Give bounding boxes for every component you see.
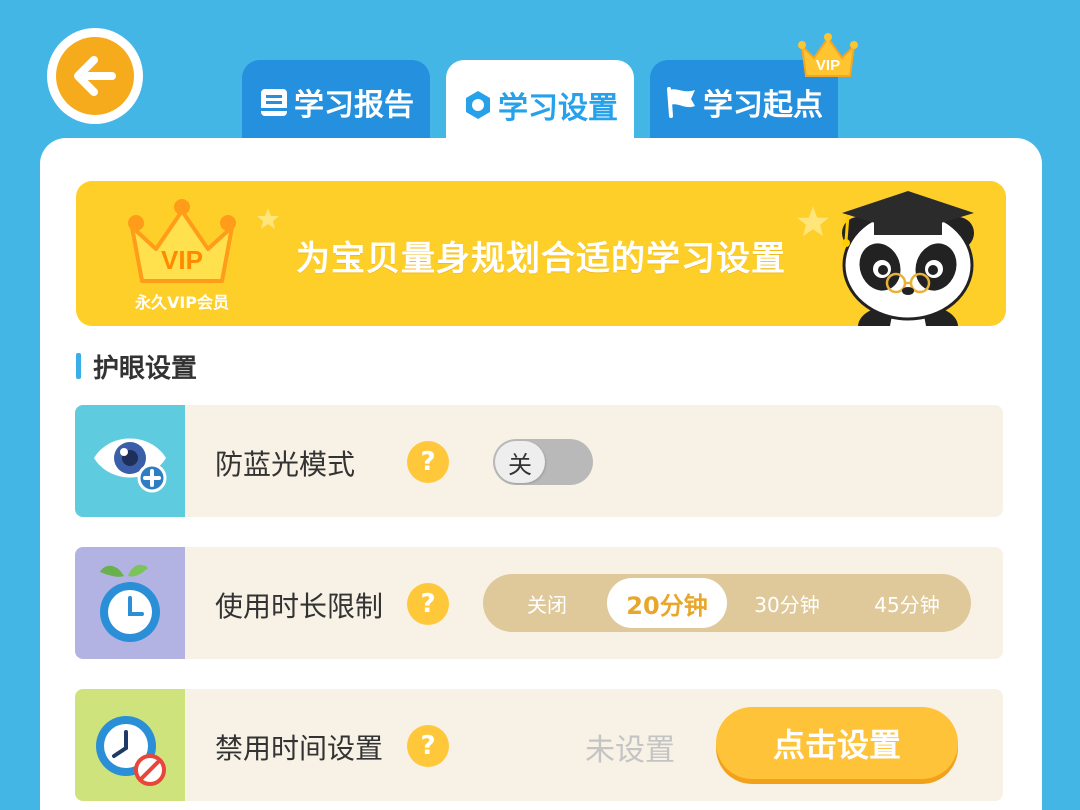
time-option-20min[interactable]: 20分钟 xyxy=(607,578,727,628)
time-limit-help-button[interactable]: ? xyxy=(407,583,449,625)
back-arrow-icon xyxy=(56,37,134,115)
vip-badge-text: VIP xyxy=(816,57,840,74)
panda-mascot-icon xyxy=(842,191,974,326)
vip-crown-badge-icon: VIP xyxy=(128,199,236,283)
clock-leaf-icon xyxy=(75,547,185,659)
tab-label: 学习起点 xyxy=(703,88,823,123)
time-limit-label: 使用时长限制 xyxy=(215,590,384,623)
time-option-off[interactable]: 关闭 xyxy=(487,578,607,628)
section-accent-bar xyxy=(76,353,81,379)
forbidden-time-status: 未设置 xyxy=(585,733,675,768)
blue-light-label: 防蓝光模式 xyxy=(215,448,356,481)
tab-study-report[interactable]: 学习报告 xyxy=(242,60,430,144)
time-limit-selector: 关闭 20分钟 30分钟 45分钟 xyxy=(483,574,971,632)
back-button[interactable] xyxy=(47,28,143,124)
banner-title: 为宝贝量身规划合适的学习设置 xyxy=(296,239,786,279)
tab-study-settings[interactable]: 学习设置 xyxy=(446,60,634,150)
tab-label: 学习设置 xyxy=(498,91,618,126)
time-option-30min[interactable]: 30分钟 xyxy=(727,578,847,628)
flag-icon xyxy=(665,86,699,118)
time-limit-row: 使用时长限制 ? 关闭 20分钟 30分钟 45分钟 xyxy=(75,547,1003,659)
set-forbidden-time-button[interactable]: 点击设置 xyxy=(716,707,958,779)
blue-light-toggle[interactable]: 关 xyxy=(493,439,593,485)
section-header: 护眼设置 xyxy=(76,351,197,384)
time-option-45min[interactable]: 45分钟 xyxy=(847,578,967,628)
blue-light-row: 防蓝光模式 ? 关 xyxy=(75,405,1003,517)
clock-forbidden-icon xyxy=(75,689,185,801)
star-icon xyxy=(797,206,829,237)
forbidden-time-row: 禁用时间设置 ? 未设置 点击设置 xyxy=(75,689,1003,801)
eye-protection-icon xyxy=(75,405,185,517)
section-title: 护眼设置 xyxy=(93,353,198,384)
forbidden-time-label: 禁用时间设置 xyxy=(215,732,384,765)
settings-hex-icon xyxy=(462,89,494,121)
report-book-icon xyxy=(258,86,290,118)
forbidden-time-help-button[interactable]: ? xyxy=(407,725,449,767)
vip-crown-icon: VIP xyxy=(798,33,858,77)
toggle-knob-label: 关 xyxy=(495,441,545,483)
vip-member-label: 永久VIP会员 xyxy=(134,293,230,312)
blue-light-help-button[interactable]: ? xyxy=(407,441,449,483)
star-icon xyxy=(257,208,279,229)
tab-label: 学习报告 xyxy=(294,88,414,123)
vip-logo-text: VIP xyxy=(161,245,203,275)
vip-banner[interactable]: VIP 永久VIP会员 为宝贝量身规划合适的学习设置 xyxy=(76,181,1006,326)
